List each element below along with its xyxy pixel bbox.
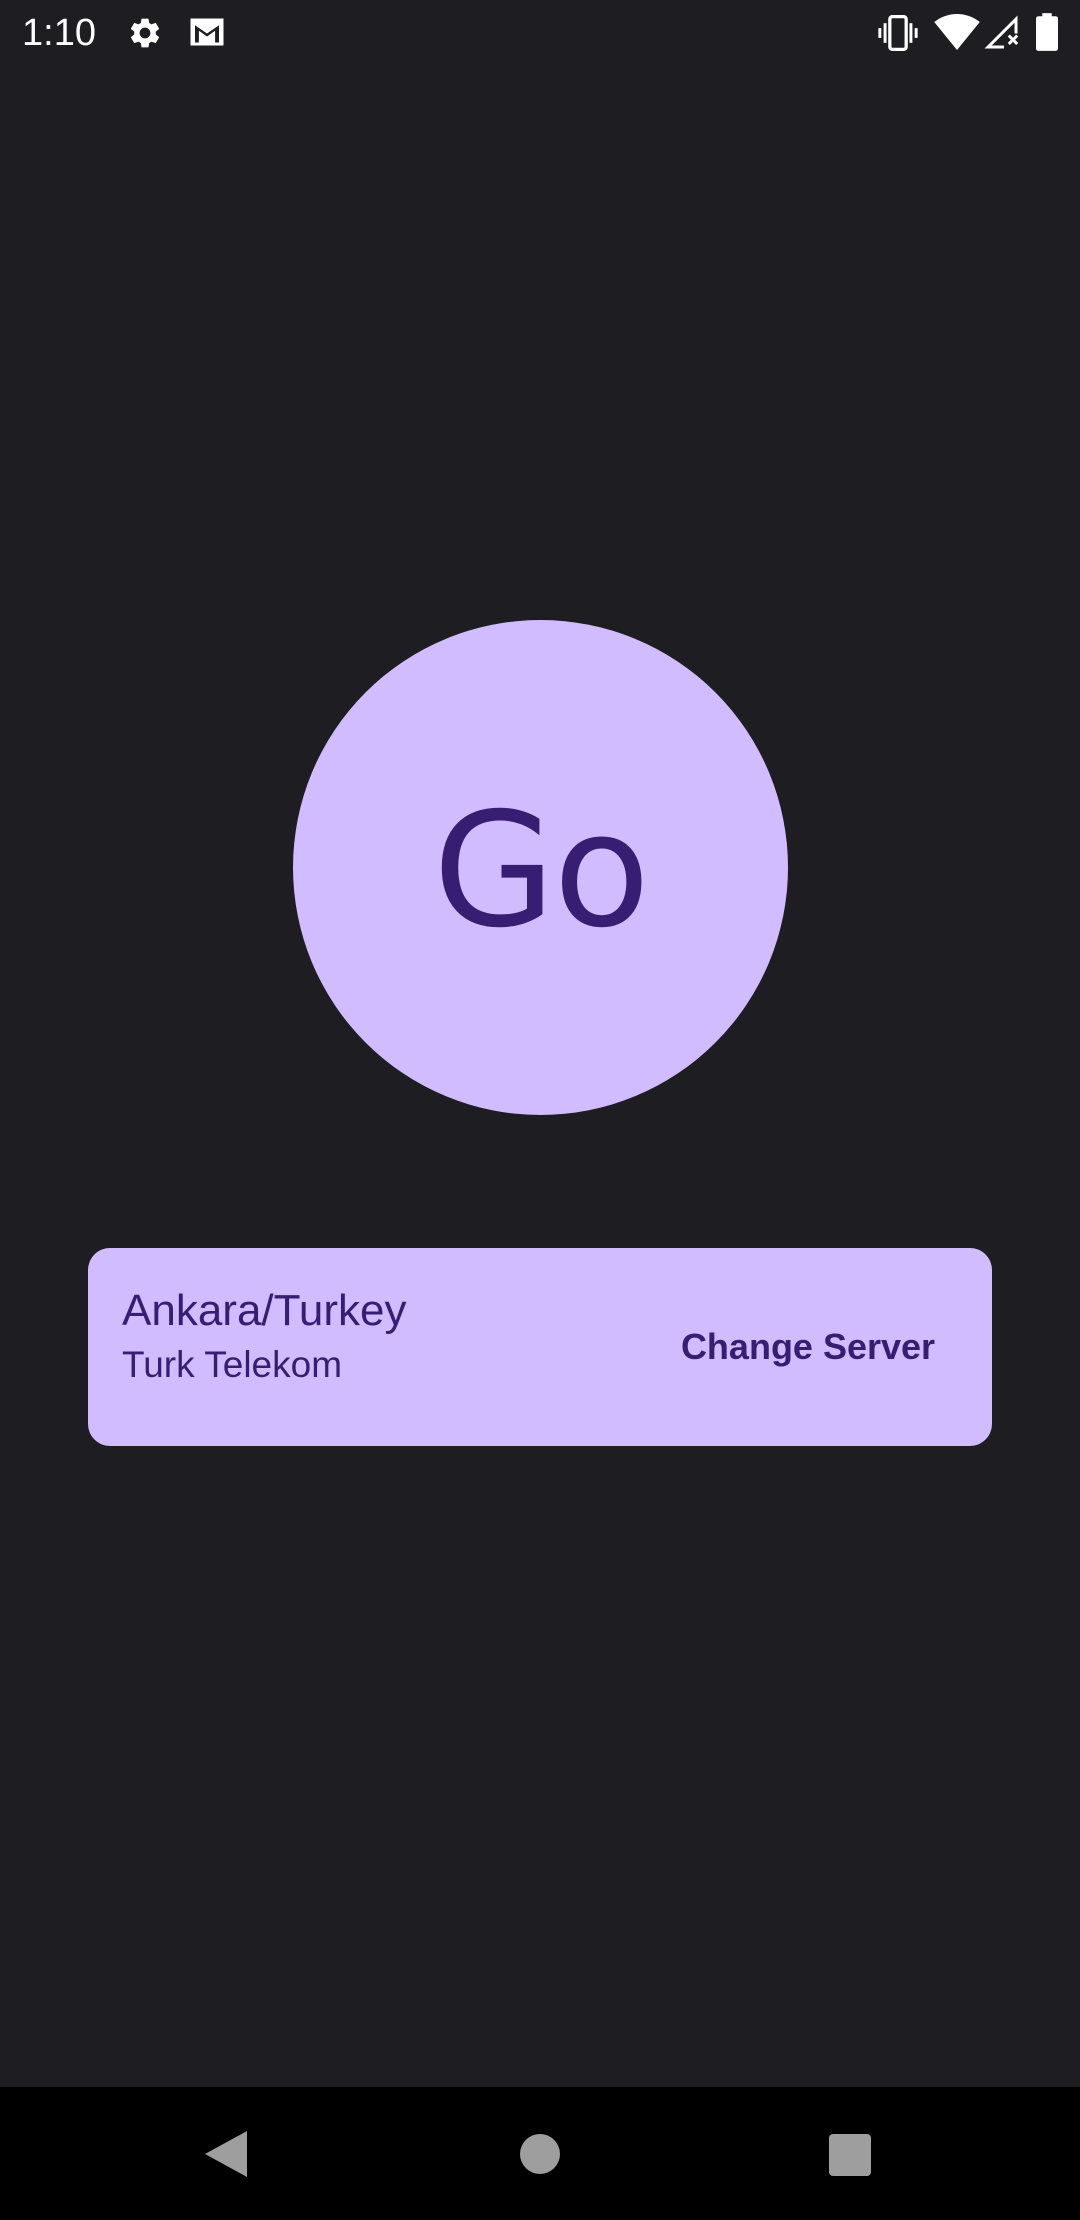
vibrate-icon xyxy=(878,15,918,51)
server-card: Ankara/Turkey Turk Telekom Change Server xyxy=(88,1248,992,1446)
change-server-button[interactable]: Change Server xyxy=(648,1312,968,1382)
server-provider: Turk Telekom xyxy=(122,1344,343,1385)
home-icon[interactable] xyxy=(520,2134,560,2174)
battery-icon xyxy=(1036,13,1058,51)
status-bar: 1:10 xyxy=(0,0,1080,66)
signal-no-service-icon xyxy=(984,15,1019,49)
go-button-label: Go xyxy=(432,778,650,963)
gmail-icon xyxy=(190,18,224,46)
gear-icon xyxy=(130,18,160,48)
back-icon[interactable] xyxy=(205,2131,247,2177)
status-time: 1:10 xyxy=(22,12,96,54)
navigation-bar xyxy=(0,2087,1080,2220)
server-location: Ankara/Turkey xyxy=(122,1286,407,1335)
go-connect-button[interactable]: Go xyxy=(293,620,788,1115)
wifi-icon xyxy=(934,14,980,50)
recents-icon[interactable] xyxy=(829,2134,871,2176)
